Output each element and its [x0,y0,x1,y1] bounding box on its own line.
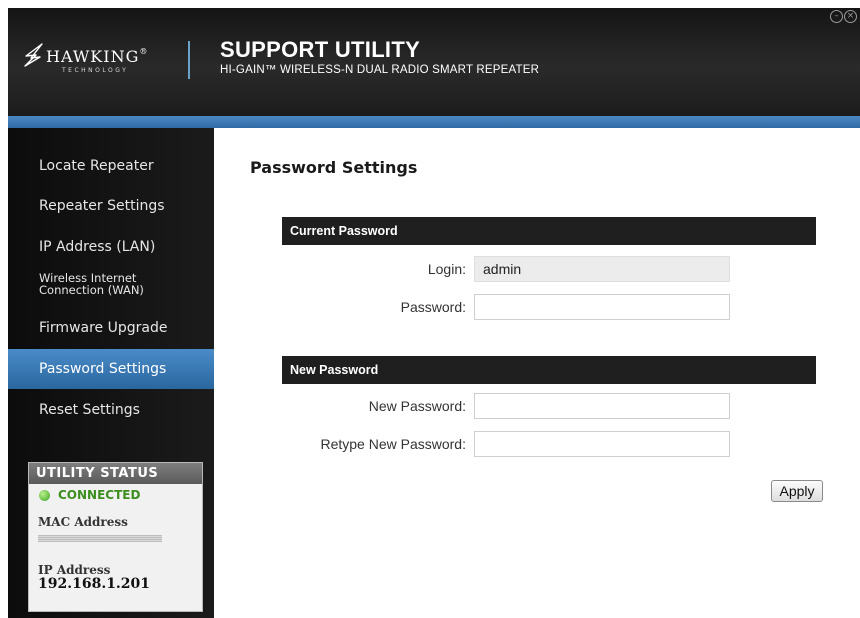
new-password-section: New Password [282,356,816,384]
accent-bar [8,116,860,128]
sidebar-item-wireless-wan[interactable]: Wireless Internet Connection (WAN) [8,266,214,302]
app-subtitle: HI-GAIN™ WIRELESS-N DUAL RADIO SMART REP… [220,64,540,76]
password-label: Password: [400,299,466,315]
brand-name: HAWKING® [46,47,149,66]
current-password-section: Current Password [282,217,816,245]
connection-status: CONNECTED [29,484,202,506]
sidebar-item-password-settings[interactable]: Password Settings [8,349,214,389]
login-field[interactable] [474,256,730,282]
hawking-logo: HAWKING® TECHNOLOGY [22,38,172,82]
login-label: Login: [427,261,466,277]
utility-status-title: UTILITY STATUS [29,463,202,484]
sidebar-item-reset-settings[interactable]: Reset Settings [8,392,214,428]
minimize-icon[interactable]: – [830,10,843,23]
close-icon[interactable]: × [844,10,857,23]
sidebar-item-firmware-upgrade[interactable]: Firmware Upgrade [8,310,214,346]
main-content: Password Settings Current Password Login… [214,128,860,618]
page-title: Password Settings [250,158,418,177]
new-password-field[interactable] [474,393,730,419]
utility-status-panel: UTILITY STATUS CONNECTED MAC Address IP … [28,462,203,612]
hawk-wing-icon [24,43,43,67]
current-password-field[interactable] [474,294,730,320]
new-password-label: New Password: [368,398,466,414]
support-utility-window: HAWKING® TECHNOLOGY SUPPORT UTILITY HI-G… [8,8,860,618]
connection-status-text: CONNECTED [58,488,141,502]
sidebar: Locate Repeater Repeater Settings IP Add… [8,128,214,618]
mac-address-value [38,535,162,542]
sidebar-item-locate-repeater[interactable]: Locate Repeater [8,148,214,184]
ip-address-label: IP Address [38,563,111,577]
retype-password-field[interactable] [474,431,730,457]
brand-subtitle: TECHNOLOGY [62,67,129,74]
retype-password-label: Retype New Password: [320,436,466,452]
sidebar-item-ip-address-lan[interactable]: IP Address (LAN) [8,229,214,265]
header-divider [188,41,190,79]
connected-status-icon [39,489,50,501]
apply-button[interactable]: Apply [771,480,823,502]
mac-address-label: MAC Address [38,515,128,529]
app-title: SUPPORT UTILITY [220,37,421,62]
ip-address-value: 192.168.1.201 [38,576,151,592]
sidebar-item-repeater-settings[interactable]: Repeater Settings [8,188,214,224]
app-header: HAWKING® TECHNOLOGY SUPPORT UTILITY HI-G… [8,8,860,116]
